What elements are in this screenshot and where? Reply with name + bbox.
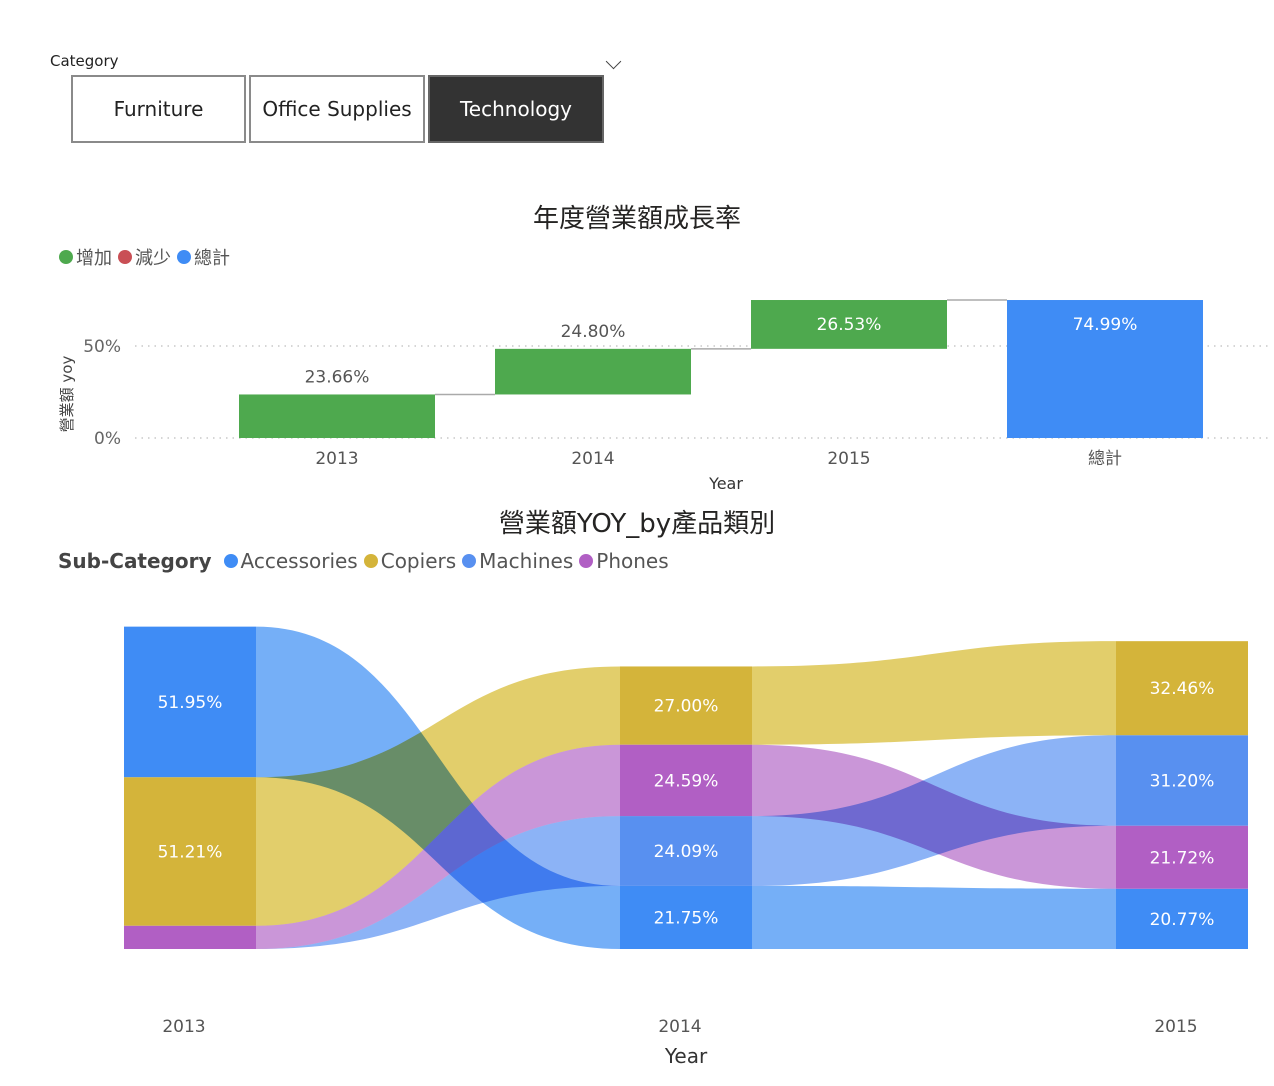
legend-item-accessories[interactable]: Accessories: [223, 549, 358, 573]
legend-dot-icon: [177, 250, 191, 264]
data-label: 24.59%: [654, 771, 719, 791]
data-label: 51.21%: [158, 843, 223, 863]
chevron-down-icon[interactable]: [605, 53, 622, 70]
data-label: 21.75%: [654, 908, 719, 928]
slicer-option-office-supplies[interactable]: Office Supplies: [249, 75, 425, 143]
legend-dot-icon: [223, 554, 238, 568]
x-tick-label: 2015: [1154, 1017, 1197, 1037]
legend-dot-icon: [118, 250, 132, 264]
legend-dot-icon: [363, 554, 378, 568]
legend-title: Sub-Category: [58, 549, 212, 573]
y-tick-label: 50%: [83, 337, 121, 357]
x-tick-label: 2014: [658, 1017, 701, 1037]
slicer-option-technology[interactable]: Technology: [428, 75, 604, 143]
legend-dot-icon: [462, 554, 477, 568]
ribbon-band: [752, 885, 1116, 949]
data-label: 20.77%: [1150, 910, 1215, 930]
category-slicer-header: Category: [50, 50, 625, 72]
data-label: 21.72%: [1150, 848, 1215, 868]
y-tick-label: 0%: [94, 429, 121, 449]
data-label: 51.95%: [158, 693, 223, 713]
slicer-option-furniture[interactable]: Furniture: [71, 75, 246, 143]
x-axis-label: Year: [708, 474, 743, 493]
data-label: 31.20%: [1150, 772, 1215, 792]
y-axis-label: 營業額 yoy: [58, 356, 76, 433]
x-tick-label: 2014: [571, 449, 614, 469]
legend-item-phones[interactable]: Phones: [579, 549, 669, 573]
x-tick-label: 2015: [827, 449, 870, 469]
ribbon-title: 營業額YOY_by產品類別: [498, 509, 776, 539]
waterfall-bar: [495, 348, 691, 395]
legend-item-machines[interactable]: Machines: [462, 549, 573, 573]
data-label: 27.00%: [654, 697, 719, 717]
waterfall-legend: 增加 減少 總計: [59, 244, 236, 270]
legend-dot-icon: [579, 554, 594, 568]
x-axis-label: Year: [664, 1044, 708, 1068]
x-tick-label: 總計: [1088, 449, 1122, 469]
waterfall-title: 年度營業額成長率: [532, 204, 741, 234]
data-label: 74.99%: [1073, 315, 1138, 335]
x-tick-label: 2013: [315, 449, 358, 469]
waterfall-bar: [239, 394, 435, 438]
ribbon-legend: Sub-Category Accessories Copiers Machine…: [58, 549, 675, 573]
data-label: 24.09%: [654, 842, 719, 862]
waterfall-chart: 0% 50% 營業額 yoy 23.66% 2013 24.80% 2014 26.53% 20…: [58, 299, 1270, 493]
legend-dot-icon: [59, 250, 73, 264]
ribbon-segment: [124, 925, 256, 949]
slicer-title: Category: [50, 52, 119, 70]
data-label: 24.80%: [561, 322, 626, 342]
ribbon-band: [752, 641, 1116, 745]
legend-item-increase[interactable]: 增加: [59, 244, 112, 270]
legend-item-total[interactable]: 總計: [177, 244, 230, 270]
legend-item-copiers[interactable]: Copiers: [363, 549, 456, 573]
data-label: 32.46%: [1150, 679, 1215, 699]
ribbon-chart: 51.95% 51.21% 2013 21.75% 27.00% 24.09% 24.59%…: [124, 626, 1248, 1068]
x-tick-label: 2013: [162, 1017, 205, 1037]
data-label: 26.53%: [817, 315, 882, 335]
legend-item-decrease[interactable]: 減少: [118, 244, 171, 270]
data-label: 23.66%: [305, 367, 370, 387]
